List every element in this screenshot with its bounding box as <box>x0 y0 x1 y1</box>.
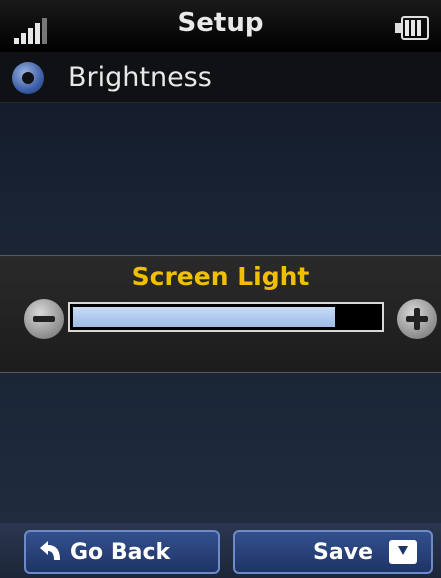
screen-light-panel: Screen Light <box>0 255 441 373</box>
page-title: Setup <box>177 8 264 38</box>
slider-fill <box>73 307 336 327</box>
background-lower <box>0 373 441 523</box>
header-title: Brightness <box>68 62 212 93</box>
save-button[interactable]: Save <box>233 530 433 574</box>
go-back-button[interactable]: Go Back <box>24 530 220 574</box>
back-arrow-icon <box>40 541 60 560</box>
battery-icon <box>395 16 431 42</box>
increase-button[interactable] <box>397 299 437 339</box>
softkey-bar: Go Back Save <box>0 523 441 578</box>
brightness-slider[interactable] <box>68 302 384 332</box>
decrease-button[interactable] <box>24 299 64 339</box>
navigation-icon <box>12 62 44 94</box>
go-back-label: Go Back <box>70 540 171 565</box>
minus-icon <box>33 316 55 322</box>
background-upper <box>0 103 441 255</box>
save-icon <box>389 540 417 564</box>
setting-label: Screen Light <box>131 262 310 291</box>
screen-header: Brightness <box>0 52 441 103</box>
status-bar: Setup <box>0 0 441 52</box>
save-label: Save <box>313 540 373 565</box>
